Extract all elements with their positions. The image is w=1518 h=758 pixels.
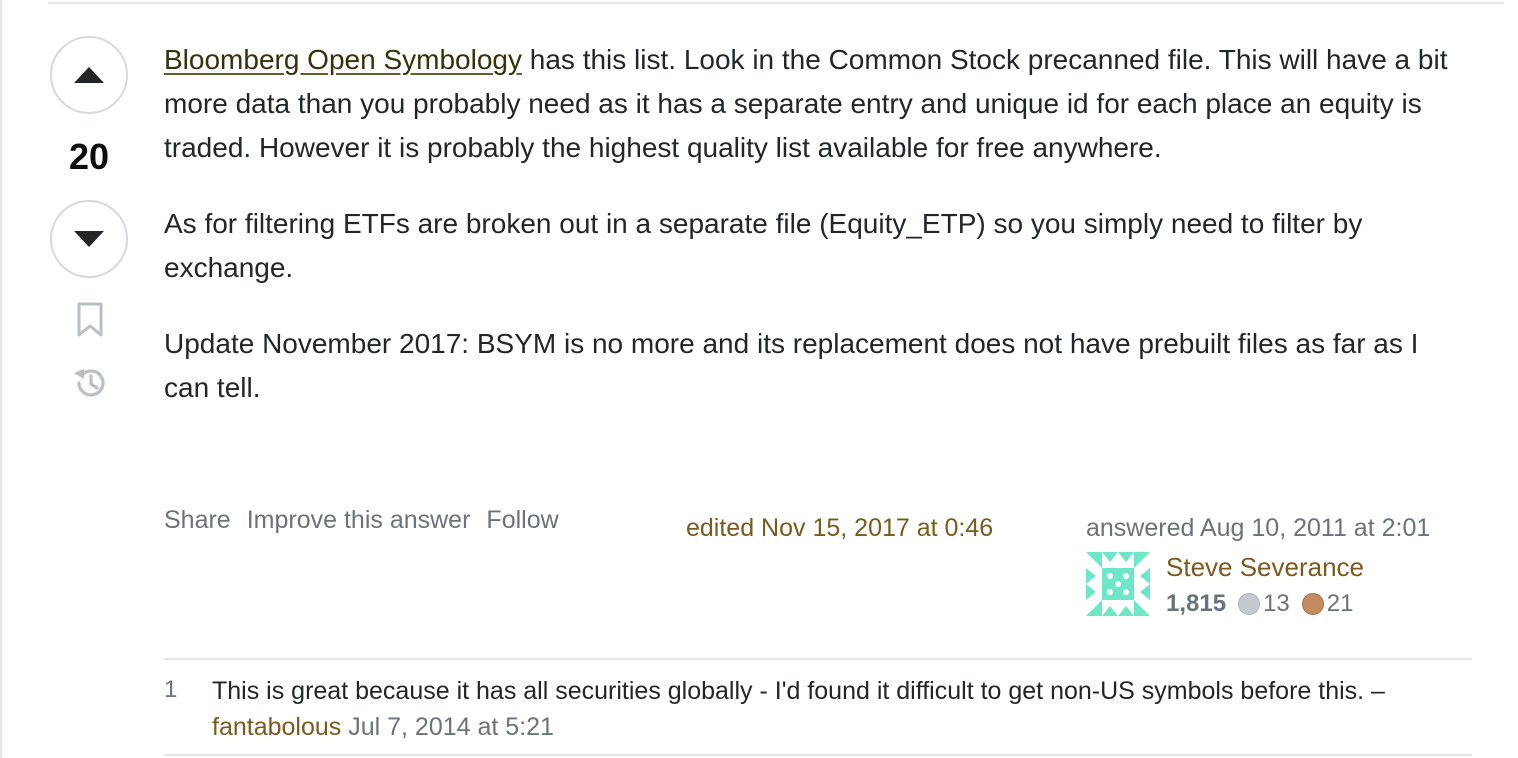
history-button[interactable] — [71, 364, 109, 407]
comment-body: This is great because it has all securit… — [212, 677, 1385, 705]
avatar[interactable] — [1086, 552, 1150, 616]
share-link[interactable]: Share — [164, 506, 231, 535]
history-icon — [74, 369, 105, 397]
edited-timestamp-link[interactable]: edited Nov 15, 2017 at 0:46 — [686, 514, 993, 543]
triangle-down-icon — [74, 231, 104, 247]
improve-answer-link[interactable]: Improve this answer — [247, 506, 471, 535]
comment-date[interactable]: Jul 7, 2014 at 5:21 — [348, 713, 554, 741]
vote-column: 20 — [50, 36, 132, 397]
downvote-button[interactable] — [50, 200, 128, 278]
top-divider — [48, 2, 1504, 4]
comment: This is great because it has all securit… — [212, 673, 1462, 745]
comments-divider — [164, 658, 1472, 660]
bronze-badge-icon — [1301, 593, 1324, 615]
bronze-badge-count: 21 — [1326, 590, 1354, 617]
bookmark-icon — [77, 302, 103, 337]
answer-paragraph-1: Bloomberg Open Symbology has this list. … — [164, 38, 1454, 170]
follow-link[interactable]: Follow — [486, 506, 558, 535]
triangle-up-icon — [74, 67, 104, 83]
answer-body: Bloomberg Open Symbology has this list. … — [164, 38, 1454, 442]
post-menu: Share Improve this answer Follow — [164, 506, 559, 535]
answered-timestamp: answered Aug 10, 2011 at 2:01 — [1086, 514, 1431, 542]
upvote-button[interactable] — [50, 36, 128, 114]
user-reputation: 1,815 13 21 — [1166, 590, 1353, 618]
vote-count: 20 — [68, 136, 110, 177]
silver-badge-icon — [1238, 593, 1261, 615]
reputation-score: 1,815 — [1166, 590, 1227, 617]
comments-bottom-divider — [164, 754, 1472, 756]
bookmark-button[interactable] — [76, 302, 104, 343]
bloomberg-open-symbology-link[interactable]: Bloomberg Open Symbology — [164, 44, 522, 75]
comment-score: 1 — [164, 676, 178, 703]
silver-badge-count: 13 — [1263, 590, 1290, 617]
answer-paragraph-3: Update November 2017: BSYM is no more an… — [164, 328, 1419, 403]
user-name-link[interactable]: Steve Severance — [1166, 552, 1364, 583]
comment-user-link[interactable]: fantabolous — [212, 713, 341, 741]
answer-paragraph-2: As for filtering ETFs are broken out in … — [164, 208, 1363, 283]
left-border — [0, 0, 2, 758]
